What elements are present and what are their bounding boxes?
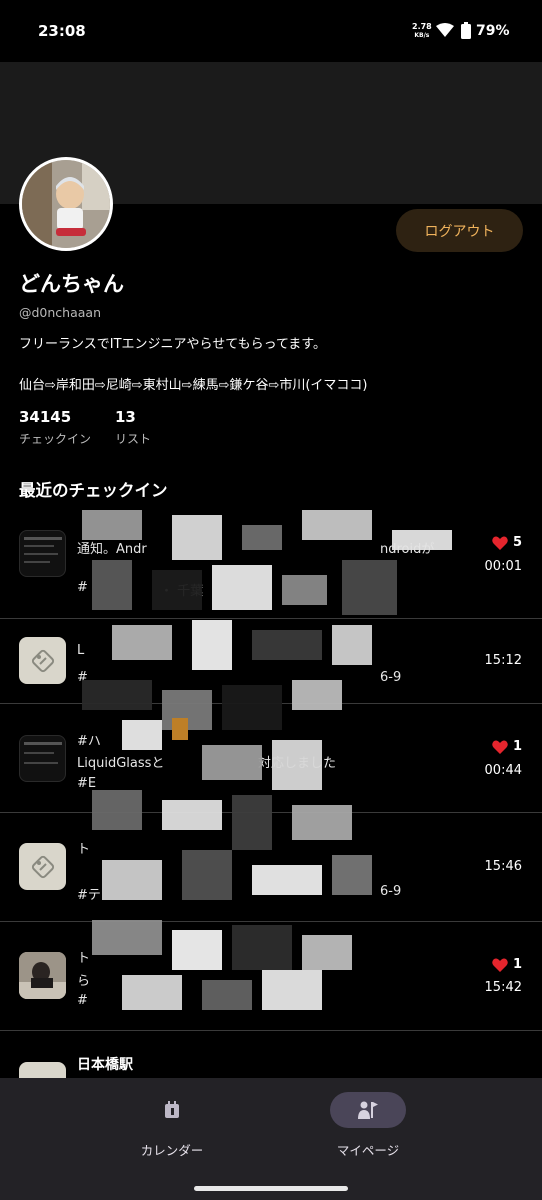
checkin-time-2: 15:12	[484, 653, 522, 668]
network-speed: 2.78 KB/s	[412, 22, 432, 40]
bio-line-2: 仙台⇨岸和田⇨尼崎⇨東村山⇨練馬⇨鎌ケ谷⇨市川(イマココ)	[19, 378, 368, 393]
recent-checkins-title: 最近のチェックイン	[19, 481, 168, 500]
nav-mypage-pill[interactable]	[330, 1092, 406, 1128]
calendar-icon	[165, 1101, 179, 1118]
checkin-count-label: チェックイン	[19, 432, 92, 446]
checkin-time-3: 00:44	[484, 763, 522, 778]
checkin-title-5[interactable]: ト	[77, 947, 97, 966]
heart-icon	[492, 740, 508, 754]
checkin-title-1-tail[interactable]: ndroidが	[380, 538, 475, 557]
checkin-tag-1-tail: ・ 千葉	[160, 584, 204, 599]
row-divider	[0, 921, 542, 922]
nav-calendar-label: カレンダー	[140, 1143, 204, 1158]
checkin-thumbnail-photo	[19, 952, 66, 999]
list-count-label: リスト	[115, 432, 152, 446]
display-name: どんちゃん	[19, 272, 124, 296]
like-count-3[interactable]: 1	[492, 739, 522, 754]
nav-mypage-label: マイページ	[336, 1143, 400, 1158]
heart-icon	[492, 958, 508, 972]
checkin-tag-5: #	[77, 993, 88, 1008]
checkin-title-2[interactable]: L	[77, 643, 97, 658]
checkin-count[interactable]: 34145	[19, 408, 71, 426]
checkin-thumbnail-screenshot	[19, 530, 66, 577]
like-count-value: 5	[512, 535, 522, 550]
like-count-value: 1	[512, 739, 522, 754]
checkin-body-5[interactable]: ら	[77, 970, 97, 989]
checkin-time-5: 15:42	[484, 980, 522, 995]
like-count-1[interactable]: 5	[492, 535, 522, 550]
row-divider	[0, 1030, 542, 1031]
bio-line-1: フリーランスでITエンジニアやらせてもらってます。	[19, 337, 327, 352]
network-speed-value: 2.78	[412, 22, 432, 31]
nav-mypage[interactable]: マイページ	[288, 1092, 448, 1162]
checkin-title-6[interactable]: 日本橋駅	[77, 1054, 133, 1074]
status-bar: 23:08 2.78 KB/s 79%	[0, 0, 542, 62]
battery-percent: 79%	[476, 23, 510, 39]
wifi-icon	[436, 23, 454, 37]
home-indicator[interactable]	[194, 1186, 348, 1191]
nav-calendar-pill[interactable]	[134, 1092, 210, 1128]
checkin-title-4[interactable]: ト	[77, 838, 97, 857]
checkin-tag-4: #テ	[77, 888, 101, 903]
checkin-time-4: 15:46	[484, 859, 522, 874]
nav-calendar[interactable]: カレンダー	[92, 1092, 252, 1162]
checkin-time-1: 00:01	[484, 559, 522, 574]
avatar[interactable]	[19, 157, 113, 251]
bottom-navigation: カレンダー マイページ	[0, 1078, 542, 1200]
checkin-title-3[interactable]: #ハ	[77, 730, 107, 749]
like-count-value: 1	[512, 957, 522, 972]
checkin-thumbnail-tag	[19, 843, 66, 890]
checkin-tag-1: #	[77, 580, 88, 595]
price-tag-icon	[31, 649, 54, 672]
row-divider	[0, 812, 542, 813]
network-speed-unit: KB/s	[414, 32, 430, 39]
like-count-5[interactable]: 1	[492, 957, 522, 972]
status-time: 23:08	[38, 22, 86, 40]
logout-button[interactable]: ログアウト	[396, 209, 523, 252]
checkin-thumbnail-tag	[19, 637, 66, 684]
checkin-tag-4-tail: 6-9	[380, 884, 402, 899]
price-tag-icon	[31, 855, 54, 878]
row-divider	[0, 703, 542, 704]
checkin-tag-3: #E	[77, 776, 97, 791]
checkin-body-3-tail[interactable]: 対応しました	[258, 752, 368, 771]
checkin-body-3[interactable]: LiquidGlassと	[77, 752, 197, 771]
checkin-thumbnail-screenshot	[19, 735, 66, 782]
avatar-photo	[22, 160, 110, 248]
checkin-tag-2-tail: 6-9	[380, 670, 402, 685]
checkin-tag-2: #	[77, 670, 88, 685]
heart-icon	[492, 536, 508, 550]
list-count[interactable]: 13	[115, 408, 136, 426]
checkin-title-1[interactable]: 通知。Andr	[77, 538, 227, 557]
row-divider	[0, 618, 542, 619]
user-handle: @d0nchaaan	[19, 305, 102, 320]
person-flag-icon	[358, 1101, 378, 1119]
battery-icon	[461, 22, 471, 39]
